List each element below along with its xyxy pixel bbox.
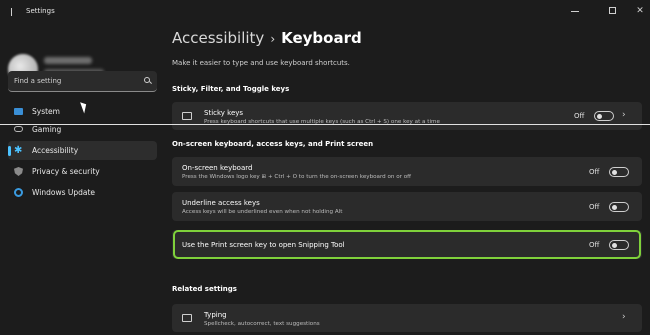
toggle-state: Off [589, 168, 600, 176]
sidebar-item-label: Windows Update [32, 188, 96, 197]
window-title: Settings [26, 7, 55, 15]
card-title: Underline access keys [182, 199, 260, 207]
user-name [44, 57, 92, 64]
toggle-knob [612, 205, 617, 210]
main-content: Accessibility › Keyboard Make it easier to… [160, 24, 650, 335]
search-placeholder: Find a setting [14, 77, 62, 85]
page-title: Keyboard [281, 29, 362, 47]
on-screen-keyboard-toggle[interactable] [609, 167, 629, 177]
card-title: On-screen keyboard [182, 164, 253, 172]
close-button[interactable]: ✕ [630, 3, 650, 19]
card-description: Access keys will be underlined even when… [182, 209, 343, 215]
toggle-knob [612, 170, 617, 175]
back-icon[interactable] [11, 8, 15, 16]
keyboard-icon [182, 314, 192, 322]
sticky-keys-card[interactable]: Sticky keys Press keyboard shortcuts tha… [172, 102, 642, 130]
card-description: Spellcheck, autocorrect, text suggestion… [204, 321, 320, 327]
sidebar-item-label: Accessibility [32, 146, 79, 155]
minimize-button[interactable] [565, 3, 585, 19]
page-description: Make it easier to type and use keyboard … [172, 59, 350, 67]
system-icon [14, 108, 23, 115]
breadcrumb: Accessibility › Keyboard [172, 29, 362, 47]
search-icon [144, 77, 150, 83]
card-description: Press the Windows logo key ⊞ + Ctrl + O … [182, 174, 412, 180]
search-input[interactable]: Find a setting [8, 71, 157, 92]
breadcrumb-parent[interactable]: Accessibility [172, 29, 264, 47]
sidebar-item-windows-update[interactable]: Windows Update [8, 183, 157, 202]
chevron-right-icon: › [622, 312, 626, 322]
shield-icon [14, 167, 23, 176]
sidebar-item-label: System [32, 107, 60, 116]
toggle-state: Off [574, 112, 585, 120]
close-icon: ✕ [636, 6, 644, 16]
gaming-icon [14, 126, 23, 132]
highlight-frame [173, 230, 641, 259]
minimize-icon [571, 11, 579, 12]
sidebar-item-gaming[interactable]: Gaming [8, 120, 157, 139]
sidebar-item-accessibility[interactable]: ✱ Accessibility [8, 141, 157, 160]
toggle-knob [597, 114, 602, 119]
card-title: Typing [204, 311, 227, 319]
section-title: On-screen keyboard, access keys, and Pri… [172, 140, 374, 148]
sidebar: Find a setting System Gaming ✱ Accessibi… [0, 24, 160, 335]
typing-card[interactable]: Typing Spellcheck, autocorrect, text sug… [172, 304, 642, 332]
underline-access-keys-toggle[interactable] [609, 202, 629, 212]
maximize-button[interactable] [603, 3, 623, 19]
breadcrumb-separator: › [270, 32, 276, 46]
section-title: Related settings [172, 285, 237, 293]
underline-access-keys-card: Underline access keys Access keys will b… [172, 192, 642, 221]
toggle-state: Off [589, 203, 600, 211]
sidebar-item-label: Gaming [32, 125, 62, 134]
accessibility-icon: ✱ [14, 145, 23, 156]
sticky-keys-toggle[interactable] [594, 111, 614, 121]
selection-indicator [8, 146, 11, 156]
on-screen-keyboard-card: On-screen keyboard Press the Windows log… [172, 157, 642, 186]
chevron-right-icon: › [622, 110, 626, 120]
card-title: Sticky keys [204, 109, 244, 117]
sidebar-item-privacy[interactable]: Privacy & security [8, 162, 157, 181]
divider-line [0, 124, 650, 125]
maximize-icon [609, 7, 616, 14]
update-icon [14, 188, 23, 197]
sidebar-item-label: Privacy & security [32, 167, 100, 176]
title-bar: Settings ✕ [0, 0, 650, 24]
section-title: Sticky, Filter, and Toggle keys [172, 85, 290, 93]
keyboard-icon [182, 112, 192, 120]
